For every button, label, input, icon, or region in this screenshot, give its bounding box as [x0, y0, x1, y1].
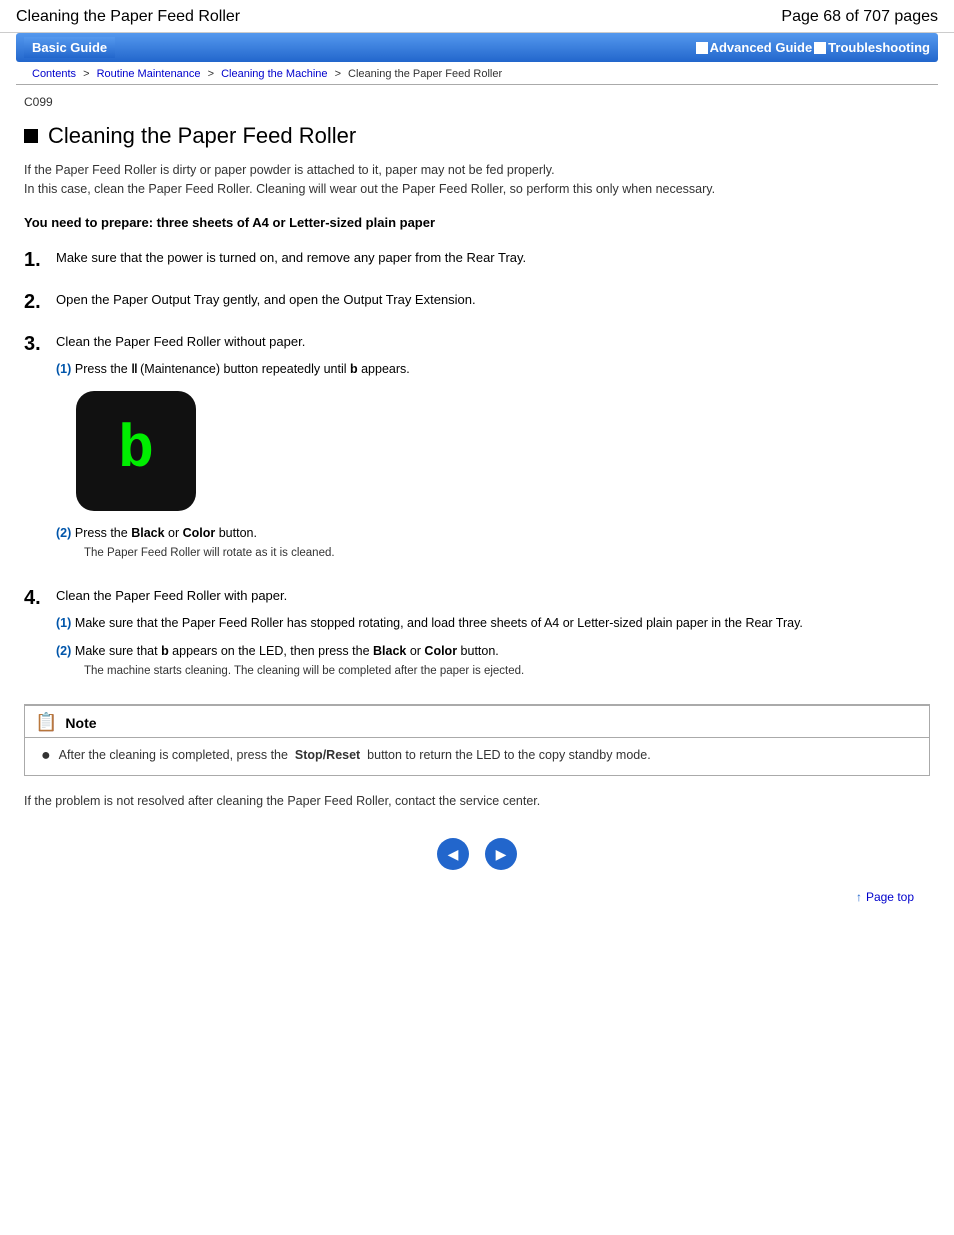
- substep-4-1-label: (1): [56, 616, 71, 630]
- breadcrumb: Contents > Routine Maintenance > Cleanin…: [16, 62, 938, 85]
- main-content: C099 Cleaning the Paper Feed Roller If t…: [0, 85, 954, 944]
- step-2-content: Open the Paper Output Tray gently, and o…: [56, 290, 930, 310]
- page-top-arrow-icon: ↑: [856, 890, 862, 904]
- step-4: 4. Clean the Paper Feed Roller with pape…: [24, 586, 930, 686]
- substep-3-2: (2) Press the Black or Color button. The…: [56, 523, 930, 562]
- substep-4-2-note: The machine starts cleaning. The cleanin…: [84, 663, 930, 680]
- page-top-wrap: ↑ Page top: [24, 890, 930, 924]
- page-header: Cleaning the Paper Feed Roller Page 68 o…: [0, 0, 954, 33]
- substep-3-2-note: The Paper Feed Roller will rotate as it …: [84, 545, 930, 562]
- step-3: 3. Clean the Paper Feed Roller without p…: [24, 332, 930, 568]
- prepare-heading: You need to prepare: three sheets of A4 …: [24, 215, 930, 230]
- step-1-content: Make sure that the power is turned on, a…: [56, 248, 930, 268]
- substep-3-2-label: (2): [56, 526, 71, 540]
- advanced-guide-checkbox[interactable]: [696, 42, 708, 54]
- substep-4-2: (2) Make sure that b appears on the LED,…: [56, 641, 930, 680]
- step-4-content: Clean the Paper Feed Roller with paper. …: [56, 586, 930, 686]
- intro-line2: In this case, clean the Paper Feed Rolle…: [24, 182, 715, 196]
- nav-bar-links: Advanced Guide Troubleshooting: [696, 40, 930, 55]
- step-2: 2. Open the Paper Output Tray gently, an…: [24, 290, 930, 314]
- title-square-icon: [24, 129, 38, 143]
- code-ref: C099: [24, 95, 930, 109]
- note-box: 📋 Note ● After the cleaning is completed…: [24, 704, 930, 776]
- page-title: Cleaning the Paper Feed Roller: [24, 123, 930, 149]
- step-3-number: 3.: [24, 332, 46, 356]
- breadcrumb-current: Cleaning the Paper Feed Roller: [348, 68, 502, 80]
- intro-text: If the Paper Feed Roller is dirty or pap…: [24, 161, 930, 199]
- step-2-number: 2.: [24, 290, 46, 314]
- note-dot-icon: ●: [41, 746, 51, 765]
- substep-3-1-text: Press the ‖ (Maintenance) button repeate…: [75, 362, 410, 376]
- substep-4-2-text: Make sure that b appears on the LED, the…: [75, 644, 499, 658]
- breadcrumb-cleaning-machine[interactable]: Cleaning the Machine: [221, 68, 327, 80]
- step-2-text: Open the Paper Output Tray gently, and o…: [56, 292, 476, 307]
- nav-bar: Basic Guide Advanced Guide Troubleshooti…: [16, 33, 938, 62]
- page-title-text: Cleaning the Paper Feed Roller: [48, 123, 356, 149]
- step-4-text: Clean the Paper Feed Roller with paper.: [56, 588, 287, 603]
- page-info: Page 68 of 707 pages: [781, 8, 938, 26]
- troubleshooting-checkbox[interactable]: [814, 42, 826, 54]
- step-1-number: 1.: [24, 248, 46, 272]
- note-title: Note: [65, 715, 96, 731]
- intro-line1: If the Paper Feed Roller is dirty or pap…: [24, 163, 555, 177]
- display-image-wrap: b: [76, 391, 930, 511]
- maintenance-icon: ‖: [131, 361, 136, 376]
- substep-3-1: (1) Press the ‖ (Maintenance) button rep…: [56, 359, 930, 379]
- step-1: 1. Make sure that the power is turned on…: [24, 248, 930, 272]
- note-icon: 📋: [35, 712, 57, 733]
- note-text: After the cleaning is completed, press t…: [59, 746, 651, 765]
- breadcrumb-contents[interactable]: Contents: [32, 68, 76, 80]
- page-top-link[interactable]: ↑ Page top: [856, 890, 914, 904]
- substep-4-2-label: (2): [56, 644, 71, 658]
- led-letter-b: b: [118, 421, 154, 481]
- substep-4-1: (1) Make sure that the Paper Feed Roller…: [56, 613, 930, 633]
- prev-page-button[interactable]: ◀: [437, 838, 469, 870]
- bottom-nav: ◀ ▶: [24, 838, 930, 870]
- step-4-number: 4.: [24, 586, 46, 610]
- substep-3-2-text: Press the Black or Color button.: [75, 526, 257, 540]
- troubleshooting-link[interactable]: Troubleshooting: [828, 40, 930, 55]
- footer-note: If the problem is not resolved after cle…: [24, 794, 930, 808]
- led-display-image: b: [76, 391, 196, 511]
- substep-3-1-label: (1): [56, 362, 71, 376]
- step-1-text: Make sure that the power is turned on, a…: [56, 250, 526, 265]
- step-3-content: Clean the Paper Feed Roller without pape…: [56, 332, 930, 568]
- advanced-guide-link[interactable]: Advanced Guide: [710, 40, 813, 55]
- note-body: ● After the cleaning is completed, press…: [25, 738, 929, 775]
- basic-guide-label[interactable]: Basic Guide: [24, 37, 115, 58]
- breadcrumb-routine-maintenance[interactable]: Routine Maintenance: [97, 68, 201, 80]
- page-top-text: Page top: [866, 890, 914, 904]
- note-header: 📋 Note: [25, 706, 929, 738]
- note-bullet: ● After the cleaning is completed, press…: [41, 746, 913, 765]
- step-3-text: Clean the Paper Feed Roller without pape…: [56, 334, 305, 349]
- next-page-button[interactable]: ▶: [485, 838, 517, 870]
- document-title: Cleaning the Paper Feed Roller: [16, 8, 240, 26]
- substep-4-1-text: Make sure that the Paper Feed Roller has…: [75, 616, 803, 630]
